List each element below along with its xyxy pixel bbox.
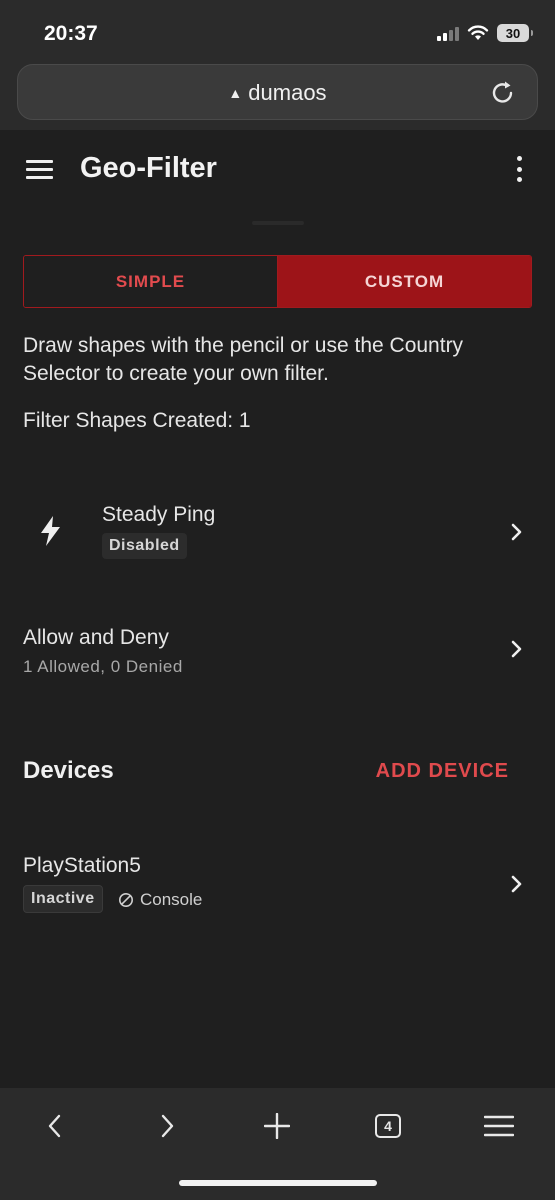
- menu-icon[interactable]: [26, 160, 53, 180]
- chevron-right-icon: [511, 523, 522, 541]
- tabs-count-icon: 4: [375, 1114, 401, 1138]
- device-status-badge: Inactive: [23, 885, 103, 913]
- steady-ping-title: Steady Ping: [102, 503, 216, 526]
- cellular-signal-icon: [437, 25, 459, 41]
- allow-deny-summary: 1 Allowed, 0 Denied: [23, 657, 183, 676]
- url-display[interactable]: ▲ dumaos: [18, 80, 537, 106]
- system-icons: 30: [437, 24, 533, 42]
- chevron-right-icon: [161, 1114, 174, 1138]
- plus-icon: [264, 1113, 290, 1139]
- lightning-bolt-icon: [41, 516, 60, 546]
- custom-mode-button[interactable]: CUSTOM: [278, 256, 531, 307]
- device-type: Console: [118, 890, 202, 910]
- menu-icon: [484, 1115, 514, 1137]
- device-type-label: Console: [140, 890, 203, 909]
- allow-deny-row[interactable]: Allow and Deny 1 Allowed, 0 Denied: [0, 622, 555, 692]
- status-time: 20:37: [44, 22, 98, 45]
- more-options-icon[interactable]: [515, 156, 523, 182]
- back-button[interactable]: [37, 1108, 73, 1144]
- warning-triangle-icon: ▲: [228, 85, 243, 101]
- steady-ping-row[interactable]: Steady Ping Disabled: [0, 495, 555, 575]
- chevron-right-icon: [511, 875, 522, 893]
- filter-description: Draw shapes with the pencil or use the C…: [23, 334, 464, 385]
- browser-toolbar: ▲ dumaos: [0, 64, 555, 130]
- chevron-left-icon: [48, 1114, 61, 1138]
- new-tab-button[interactable]: [259, 1108, 295, 1144]
- mode-toggle: SIMPLE CUSTOM: [23, 255, 532, 308]
- wifi-icon: [467, 25, 489, 40]
- status-bar: 20:37 30: [0, 0, 555, 64]
- browser-menu-button[interactable]: [481, 1108, 517, 1144]
- device-row[interactable]: PlayStation5 Inactive Console: [0, 850, 555, 930]
- forward-button[interactable]: [149, 1108, 185, 1144]
- blocked-icon: [119, 893, 133, 907]
- url-text: dumaos: [248, 80, 327, 105]
- app-bar: Geo-Filter: [0, 130, 555, 210]
- add-device-button[interactable]: ADD DEVICE: [376, 760, 509, 783]
- tabs-button[interactable]: 4: [370, 1108, 406, 1144]
- battery-icon: 30: [497, 24, 533, 42]
- device-name: PlayStation5: [23, 854, 141, 877]
- steady-ping-status-badge: Disabled: [102, 533, 187, 559]
- devices-heading: Devices: [23, 757, 114, 784]
- home-indicator[interactable]: [179, 1180, 377, 1186]
- page-title: Geo-Filter: [80, 152, 217, 184]
- address-bar[interactable]: ▲ dumaos: [17, 64, 538, 120]
- reload-icon[interactable]: [489, 79, 517, 107]
- drag-handle[interactable]: [252, 221, 304, 225]
- shapes-created-count: Filter Shapes Created: 1: [23, 409, 251, 432]
- chevron-right-icon: [511, 640, 522, 658]
- simple-mode-button[interactable]: SIMPLE: [24, 256, 278, 307]
- allow-deny-title: Allow and Deny: [23, 626, 169, 649]
